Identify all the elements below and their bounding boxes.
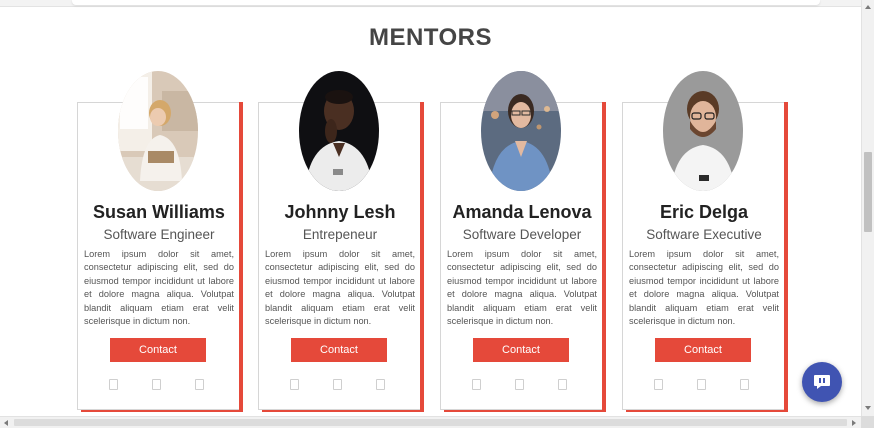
social-icon-2[interactable] (697, 379, 706, 390)
social-icon-2[interactable] (152, 379, 161, 390)
social-links (441, 379, 603, 391)
card-body: Eric Delga Software Executive Lorem ipsu… (622, 71, 785, 410)
contact-button[interactable]: Contact (110, 338, 206, 362)
social-icon-2[interactable] (515, 379, 524, 390)
social-icon-3[interactable] (195, 379, 204, 390)
mentor-name: Eric Delga (659, 202, 749, 222)
mentor-photo (118, 71, 198, 191)
social-icon-3[interactable] (558, 379, 567, 390)
social-icon-1[interactable] (654, 379, 663, 390)
vertical-scroll-thumb[interactable] (864, 152, 872, 232)
social-icon-2[interactable] (333, 379, 342, 390)
section-title: MENTORS (368, 24, 493, 51)
scroll-up-arrow-icon[interactable] (865, 5, 871, 9)
chat-button[interactable] (802, 362, 842, 402)
card-body: Amanda Lenova Software Developer Lorem i… (440, 71, 603, 410)
card-body: Susan Williams Software Engineer Lorem i… (77, 71, 240, 410)
mentor-name: Johnny Lesh (284, 202, 396, 222)
mentor-role: Software Engineer (103, 227, 215, 242)
scroll-left-arrow-icon[interactable] (4, 420, 8, 426)
social-links (78, 379, 240, 391)
contact-button[interactable]: Contact (473, 338, 569, 362)
social-links (623, 379, 785, 391)
mentor-bio: Lorem ipsum dolor sit amet, consectetur … (84, 249, 234, 327)
mentor-card: Johnny Lesh Entrepeneur Lorem ipsum dolo… (258, 71, 424, 412)
mentor-role: Software Developer (462, 227, 582, 242)
social-links (259, 379, 421, 391)
mentor-photo (299, 71, 379, 191)
contact-button[interactable]: Contact (655, 338, 751, 362)
scroll-down-arrow-icon[interactable] (865, 406, 871, 410)
mentor-photo (481, 71, 561, 191)
contact-button[interactable]: Contact (291, 338, 387, 362)
social-icon-3[interactable] (740, 379, 749, 390)
previous-section-edge (0, 0, 861, 7)
mentor-name: Susan Williams (93, 202, 225, 222)
mentor-card: Susan Williams Software Engineer Lorem i… (77, 71, 243, 412)
card-body: Johnny Lesh Entrepeneur Lorem ipsum dolo… (258, 71, 421, 410)
mentor-role: Software Executive (646, 227, 762, 242)
scrollbar-corner (861, 416, 874, 428)
social-icon-1[interactable] (290, 379, 299, 390)
mentor-card: Eric Delga Software Executive Lorem ipsu… (622, 71, 788, 412)
social-icon-1[interactable] (109, 379, 118, 390)
horizontal-scroll-thumb[interactable] (14, 419, 847, 426)
vertical-scrollbar[interactable] (861, 0, 874, 416)
mentor-card: Amanda Lenova Software Developer Lorem i… (440, 71, 606, 412)
mentor-photo (663, 71, 743, 191)
mentor-bio: Lorem ipsum dolor sit amet, consectetur … (265, 249, 415, 327)
page-viewport: MENTORS Susan Williams Software Engineer (0, 0, 861, 416)
social-icon-1[interactable] (472, 379, 481, 390)
mentor-bio: Lorem ipsum dolor sit amet, consectetur … (447, 249, 597, 327)
mentor-bio: Lorem ipsum dolor sit amet, consectetur … (629, 249, 779, 327)
mentor-role: Entrepeneur (302, 227, 378, 242)
mentor-name: Amanda Lenova (452, 202, 592, 222)
social-icon-3[interactable] (376, 379, 385, 390)
chat-bubble-icon (814, 375, 830, 389)
horizontal-scrollbar[interactable] (0, 416, 861, 428)
scroll-right-arrow-icon[interactable] (852, 420, 856, 426)
